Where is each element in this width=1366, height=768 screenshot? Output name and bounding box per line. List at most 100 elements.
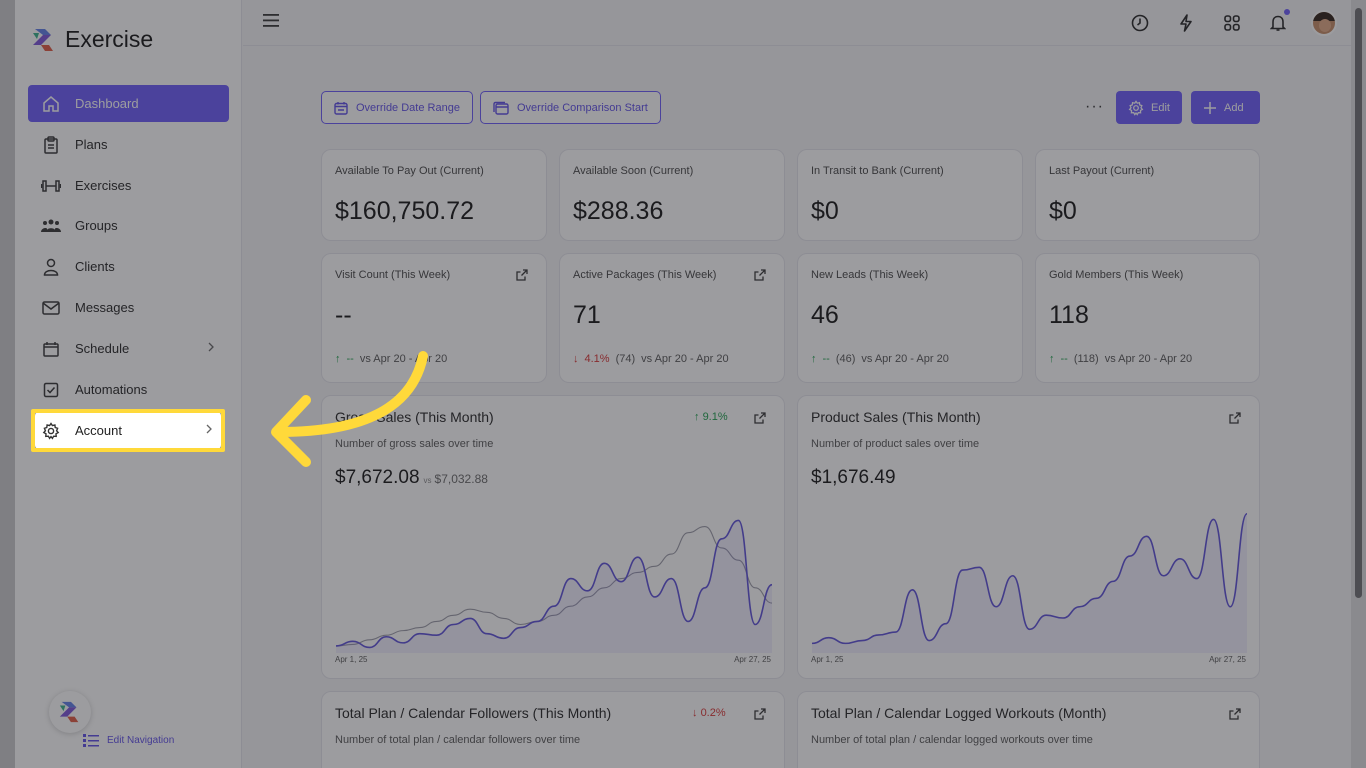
external-link-icon[interactable]: [1229, 707, 1241, 725]
kpi-label: Gold Members (This Week): [1049, 269, 1184, 281]
override-comparison-start-button[interactable]: Override Comparison Start: [480, 91, 661, 124]
external-link-icon[interactable]: [1229, 411, 1241, 429]
app-launcher-button[interactable]: [49, 691, 91, 733]
kpi-value: $160,750.72: [335, 197, 475, 225]
sidebar-item-clients[interactable]: Clients: [28, 248, 229, 285]
product-sales-card[interactable]: Product Sales (This Month) Number of pro…: [797, 395, 1260, 679]
sidebar-item-automations[interactable]: Automations: [28, 371, 229, 408]
kpi-label: Visit Count (This Week): [335, 269, 451, 281]
sidebar-item-label: Automations: [75, 382, 148, 397]
external-link-icon[interactable]: [754, 411, 766, 429]
calendar-stack-icon: [493, 101, 509, 115]
override-date-range-label: Override Date Range: [356, 101, 460, 114]
logo-icon: [59, 701, 79, 723]
kpi-value: 118: [1049, 301, 1089, 329]
external-link-icon[interactable]: [516, 268, 528, 286]
x-axis-end-label: Apr 27, 25: [734, 655, 771, 664]
bell-icon[interactable]: [1265, 8, 1291, 38]
edit-button[interactable]: Edit: [1116, 91, 1182, 124]
chevron-right-icon: [207, 341, 215, 356]
edit-navigation-label: Edit Navigation: [107, 735, 175, 746]
chart-change-value: 0.2%: [700, 707, 726, 719]
sidebar-item-plans[interactable]: Plans: [28, 126, 229, 163]
kpi-card-new-leads[interactable]: New Leads (This Week) 46 ↑ -- (46) vs Ap…: [797, 253, 1023, 383]
kpi-value: $288.36: [573, 197, 664, 225]
sidebar-item-label: Groups: [75, 218, 118, 233]
kpi-label: In Transit to Bank (Current): [811, 165, 944, 177]
calendar-icon: [334, 101, 348, 115]
plus-icon: [1204, 101, 1216, 114]
kpi-comparison: ↑ -- (46) vs Apr 20 - Apr 20: [811, 353, 949, 365]
app-window: Exercise Dashboard Plans Exercises Group…: [15, 0, 1351, 768]
sidebar: Exercise Dashboard Plans Exercises Group…: [15, 0, 242, 768]
sidebar-item-exercises[interactable]: Exercises: [28, 167, 229, 204]
kpi-previous: (74): [615, 353, 636, 365]
vs-value: $7,032.88: [434, 472, 488, 486]
sidebar-item-groups[interactable]: Groups: [28, 207, 229, 244]
add-button[interactable]: Add: [1191, 91, 1260, 124]
kpi-change: --: [822, 353, 830, 365]
sidebar-item-label: Messages: [75, 300, 135, 315]
scrollbar[interactable]: [1351, 0, 1366, 768]
vs-label: vs: [423, 476, 432, 485]
chart-change: ↑ 9.1%: [694, 411, 728, 423]
bolt-icon[interactable]: [1173, 8, 1199, 38]
kpi-card-active-packages[interactable]: Active Packages (This Week) 71 ↓ 4.1% (7…: [559, 253, 785, 383]
external-link-icon[interactable]: [754, 268, 766, 286]
kpi-value: 46: [811, 301, 839, 329]
series-area: [812, 513, 1247, 653]
logged-workouts-card[interactable]: Total Plan / Calendar Logged Workouts (M…: [797, 691, 1260, 768]
kpi-card-gold-members[interactable]: Gold Members (This Week) 118 ↑ -- (118) …: [1035, 253, 1260, 383]
mail-icon: [41, 298, 61, 318]
clock-icon[interactable]: [1127, 8, 1153, 38]
gross-sales-chart: [335, 519, 773, 653]
kpi-comparison: ↑ -- (118) vs Apr 20 - Apr 20: [1049, 353, 1192, 365]
chart-value-amount: $7,672.08: [335, 467, 420, 488]
x-axis-start-label: Apr 1, 25: [811, 655, 844, 664]
chart-title: Total Plan / Calendar Followers (This Mo…: [335, 705, 612, 721]
kpi-comparison: ↓ 4.1% (74) vs Apr 20 - Apr 20: [573, 353, 729, 365]
chart-subtitle: Number of gross sales over time: [335, 438, 494, 450]
arrow-down-icon: ↓: [573, 353, 579, 365]
x-axis-start-label: Apr 1, 25: [335, 655, 368, 664]
kpi-change: 4.1%: [584, 353, 610, 365]
sidebar-item-messages[interactable]: Messages: [28, 289, 229, 326]
kpi-label: Available Soon (Current): [573, 165, 694, 177]
menu-icon[interactable]: [263, 14, 279, 32]
checkbox-icon: [41, 380, 61, 400]
kpi-card[interactable]: Last Payout (Current) $0: [1035, 149, 1260, 241]
kpi-card[interactable]: Available To Pay Out (Current) $160,750.…: [321, 149, 547, 241]
calendar-icon: [41, 339, 61, 359]
sidebar-item-schedule[interactable]: Schedule: [28, 330, 229, 367]
chart-title: Product Sales (This Month): [811, 409, 981, 425]
gear-icon: [1128, 99, 1144, 116]
notification-dot: [1284, 9, 1290, 15]
override-date-range-button[interactable]: Override Date Range: [321, 91, 473, 124]
chart-value: $7,672.08 vs $7,032.88: [335, 467, 488, 489]
kpi-value: $0: [811, 197, 839, 225]
gross-sales-card[interactable]: Gross Sales (This Month) ↑ 9.1% Number o…: [321, 395, 785, 679]
kpi-card[interactable]: In Transit to Bank (Current) $0: [797, 149, 1023, 241]
kpi-label: Active Packages (This Week): [573, 269, 717, 281]
brand[interactable]: Exercise: [31, 26, 153, 53]
followers-card[interactable]: Total Plan / Calendar Followers (This Mo…: [321, 691, 785, 768]
kpi-label: Available To Pay Out (Current): [335, 165, 484, 177]
kpi-card[interactable]: Available Soon (Current) $288.36: [559, 149, 785, 241]
sidebar-item-dashboard[interactable]: Dashboard: [28, 85, 229, 122]
edit-navigation-link[interactable]: Edit Navigation: [83, 734, 174, 747]
kpi-change: --: [346, 353, 354, 365]
scrollbar-thumb[interactable]: [1355, 8, 1362, 598]
kpi-range: vs Apr 20 - Apr 20: [861, 353, 949, 365]
home-icon: [41, 94, 61, 114]
kpi-previous: (118): [1073, 353, 1099, 365]
apps-grid-icon[interactable]: [1219, 8, 1245, 38]
clipboard-icon: [41, 135, 61, 155]
more-options-button[interactable]: ···: [1085, 98, 1104, 116]
kpi-previous: (46): [835, 353, 856, 365]
kpi-card-visit-count[interactable]: Visit Count (This Week) -- ↑ -- vs Apr 2…: [321, 253, 547, 383]
chart-subtitle: Number of total plan / calendar follower…: [335, 734, 581, 746]
external-link-icon[interactable]: [754, 707, 766, 725]
avatar[interactable]: [1311, 10, 1337, 36]
chart-value: $1,676.49: [811, 467, 896, 488]
edit-label: Edit: [1151, 101, 1170, 114]
